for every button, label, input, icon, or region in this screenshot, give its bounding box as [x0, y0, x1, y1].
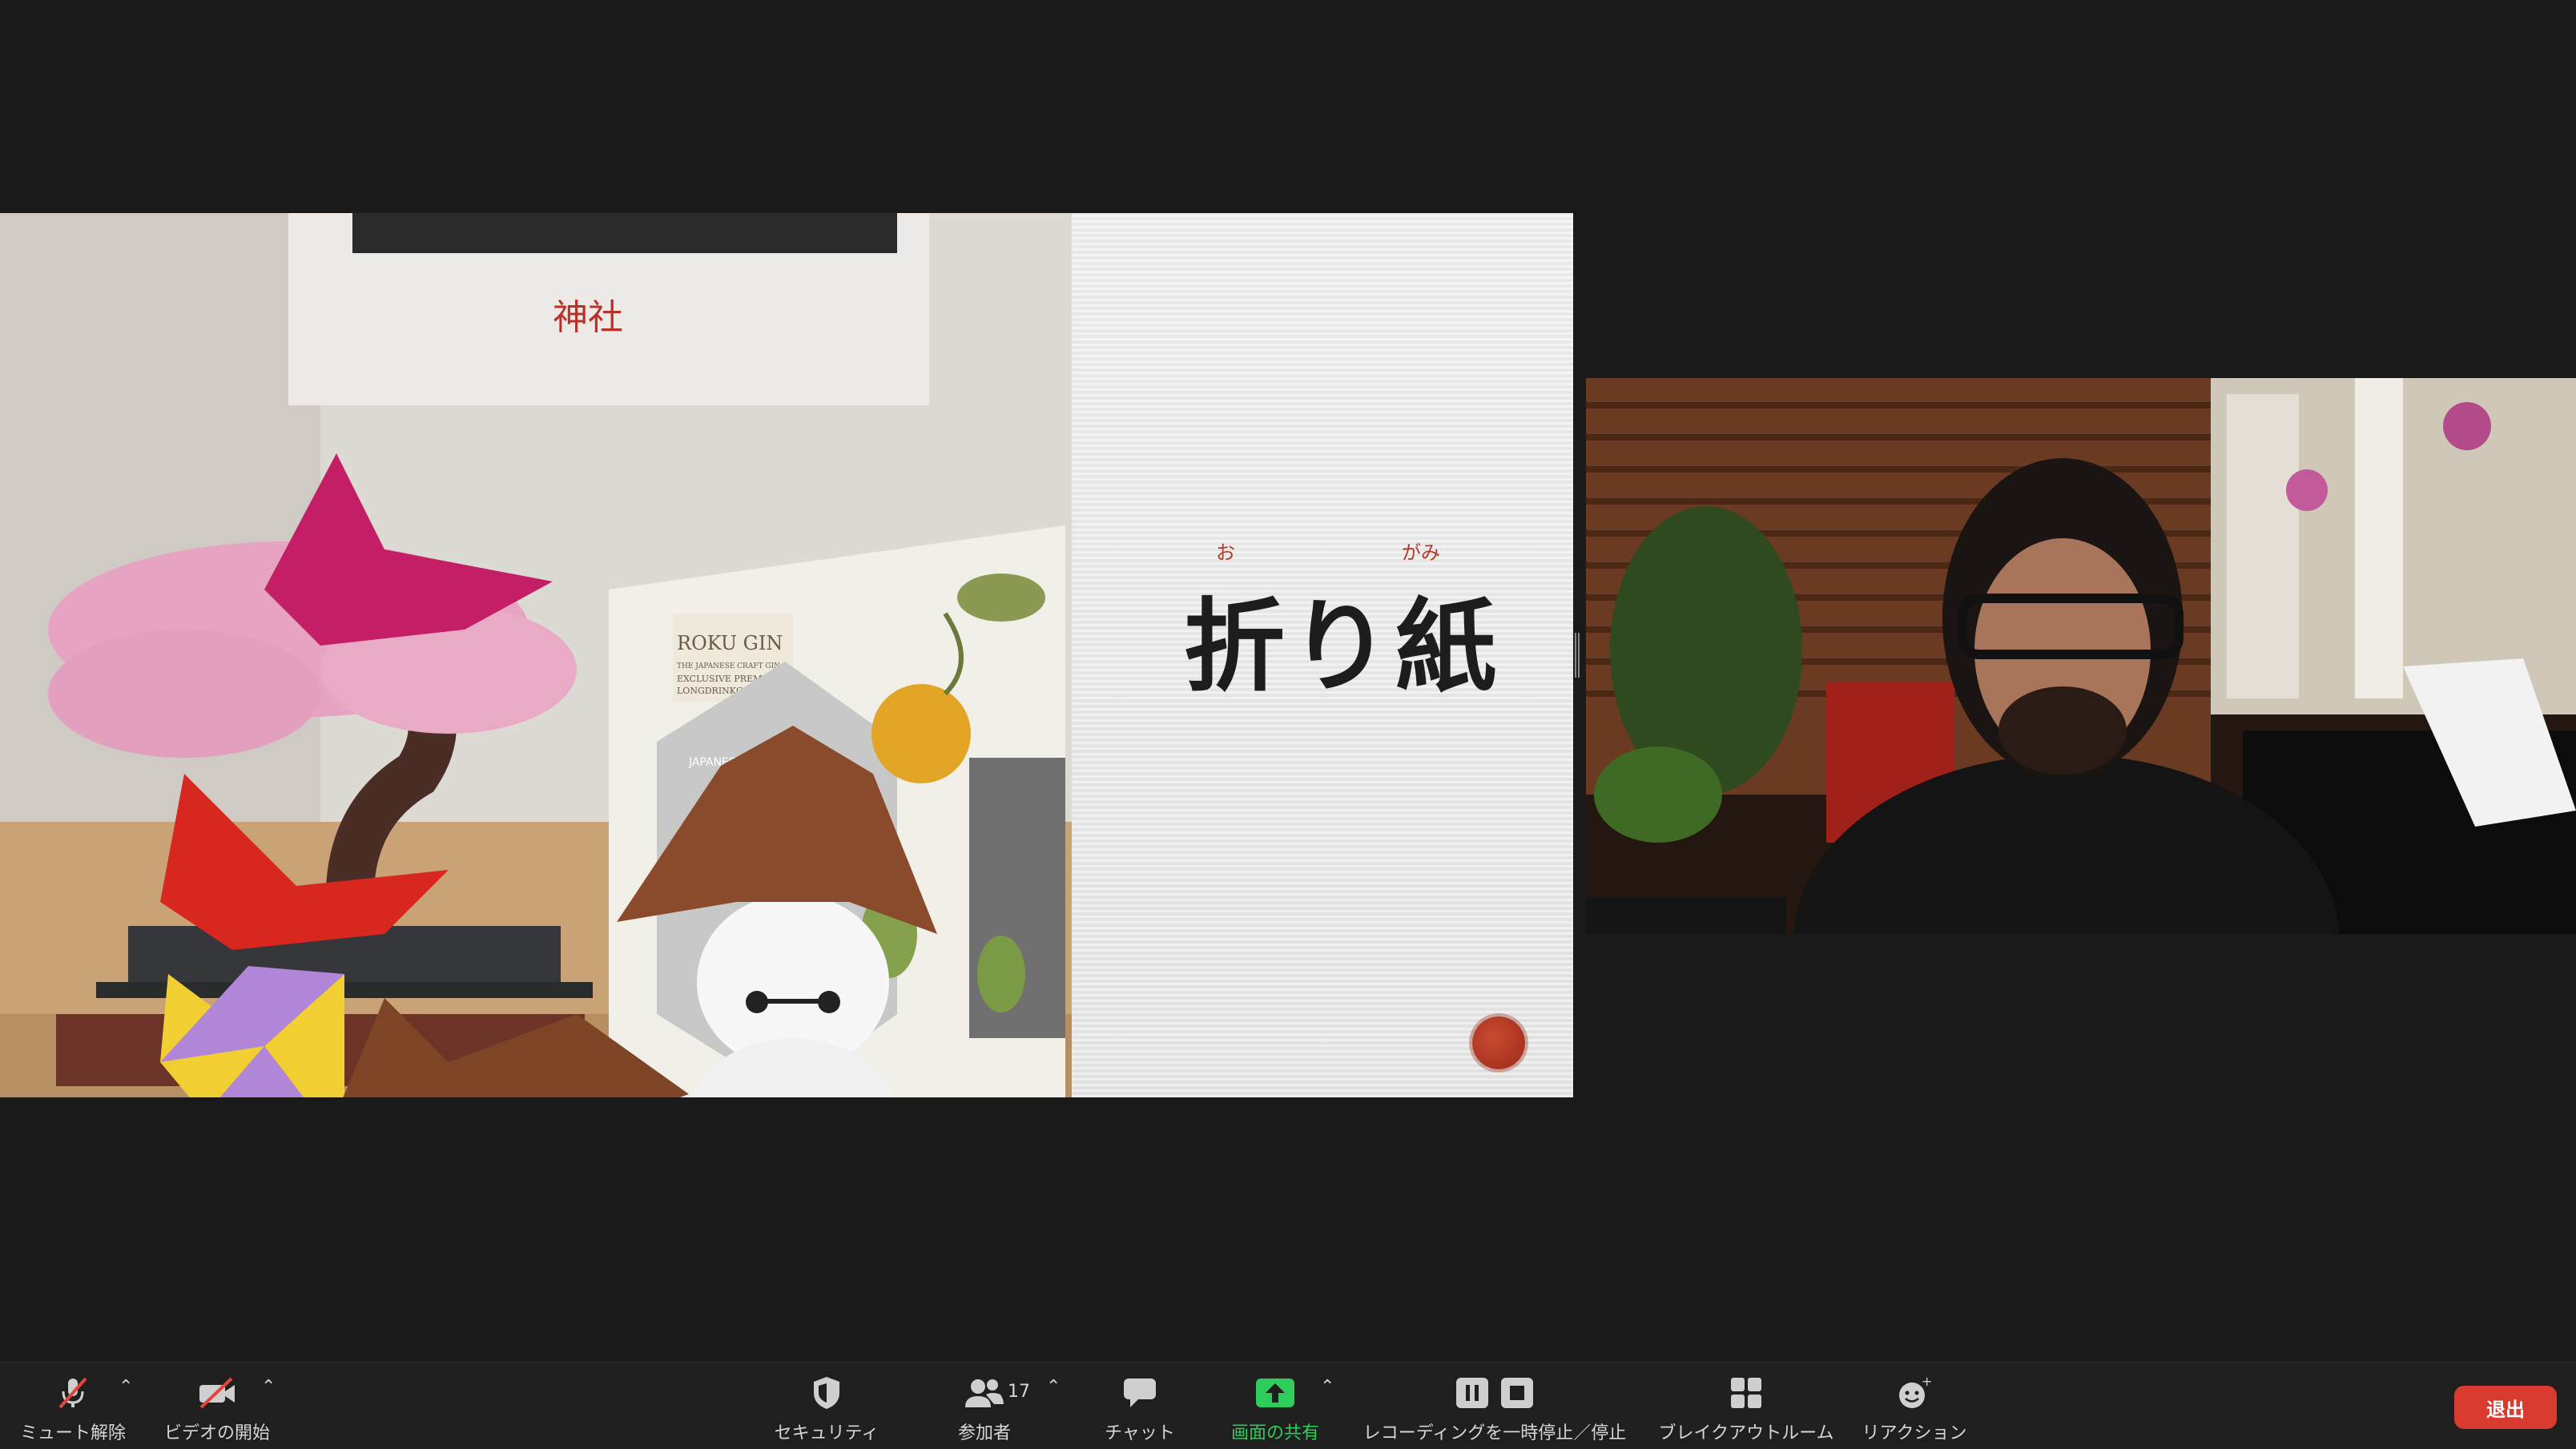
split-view-handle[interactable] [1575, 633, 1581, 678]
share-screen-label: 画面の共有 [1230, 1423, 1319, 1443]
security-label: セキュリティ [774, 1423, 879, 1443]
gin-brand-text: ROKU GIN [677, 632, 783, 654]
meeting-toolbar: ミュート解除 ⌃ ビデオの開始 ⌃ セキュリティ 参加者 17 ⌃ チャット 画… [0, 1362, 2576, 1449]
start-video-label: ビデオの開始 [163, 1423, 270, 1443]
breakout-rooms-button[interactable]: ブレイクアウトルーム [1652, 1362, 1841, 1449]
meeting-stage: 神社 ROKU GIN THE JAPANESE CRAFT GIN EXCLU… [0, 0, 2576, 1362]
recording-controls: レコーディングを一時停止／停止 [1362, 1362, 1628, 1449]
furigana-o: お [1216, 541, 1235, 564]
start-video-button[interactable]: ビデオの開始 [157, 1362, 277, 1449]
mute-options-caret[interactable]: ⌃ [119, 1377, 133, 1397]
recording-icons [1451, 1374, 1539, 1412]
breakout-grid-icon [1721, 1374, 1772, 1412]
pause-recording-icon[interactable] [1456, 1378, 1488, 1408]
reactions-label: リアクション [1862, 1423, 1967, 1443]
video-options-caret[interactable]: ⌃ [261, 1377, 276, 1397]
chat-bubble-icon [1114, 1374, 1165, 1412]
participant-video[interactable] [1586, 378, 2576, 934]
slide-panel: お がみ 折り紙 [1072, 213, 1573, 1097]
share-screen-icon [1250, 1374, 1301, 1412]
shield-icon [801, 1374, 852, 1412]
smiley-add-icon: + [1889, 1374, 1940, 1412]
leave-meeting-button[interactable]: 退出 [2454, 1386, 2557, 1429]
recording-label: レコーディングを一時停止／停止 [1362, 1423, 1627, 1443]
security-button[interactable]: セキュリティ [761, 1362, 892, 1449]
red-seal-icon [1472, 1016, 1525, 1069]
chat-label: チャット [1105, 1423, 1175, 1443]
gin-tagline-text: THE JAPANESE CRAFT GIN [677, 662, 780, 670]
name-label-strip [1586, 897, 1786, 934]
share-screen-button[interactable]: 画面の共有 [1222, 1362, 1328, 1449]
participants-options-caret[interactable]: ⌃ [1046, 1377, 1061, 1397]
mute-button[interactable]: ミュート解除 [13, 1362, 133, 1449]
shared-screen: 神社 ROKU GIN THE JAPANESE CRAFT GIN EXCLU… [0, 213, 1573, 1097]
participants-label: 参加者 [957, 1423, 1011, 1443]
chat-button[interactable]: チャット [1096, 1362, 1184, 1449]
video-camera-off-icon [191, 1374, 243, 1412]
origami-photo: 神社 ROKU GIN THE JAPANESE CRAFT GIN EXCLU… [0, 213, 1072, 1097]
microphone-muted-icon [47, 1374, 99, 1412]
breakout-rooms-label: ブレイクアウトルーム [1658, 1423, 1834, 1443]
reactions-button[interactable]: + リアクション [1858, 1362, 1970, 1449]
poster-shrine-text: 神社 [553, 297, 623, 338]
share-options-caret[interactable]: ⌃ [1320, 1377, 1334, 1397]
mute-label: ミュート解除 [19, 1423, 126, 1443]
slide-title: 折り紙 [1184, 588, 1501, 706]
participants-count: 17 [1008, 1382, 1030, 1402]
furigana-gami: がみ [1402, 541, 1440, 564]
participants-icon [959, 1374, 1010, 1412]
svg-text:+: + [1922, 1375, 1932, 1389]
participants-button[interactable]: 参加者 [939, 1362, 1030, 1449]
stop-recording-icon[interactable] [1501, 1378, 1533, 1408]
